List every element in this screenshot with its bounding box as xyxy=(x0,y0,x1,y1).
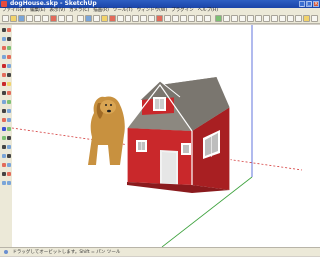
iso-view-icon[interactable] xyxy=(270,15,278,22)
tool-row-orbit[interactable] xyxy=(1,134,11,142)
paint-bucket-icon[interactable] xyxy=(100,15,108,22)
tool-row-shapes[interactable] xyxy=(1,44,11,52)
arc-icon[interactable] xyxy=(140,15,148,22)
erase-icon[interactable] xyxy=(49,15,57,22)
golden-retriever-figure xyxy=(88,96,125,165)
left-view-icon[interactable] xyxy=(310,15,318,22)
minimize-button[interactable]: _ xyxy=(299,1,305,7)
tool-row-scale[interactable] xyxy=(1,89,11,97)
close-button[interactable]: × xyxy=(313,1,319,7)
zoom-extents-icon[interactable] xyxy=(247,15,254,22)
tool-row-axes[interactable] xyxy=(1,125,11,133)
right-view-icon[interactable] xyxy=(294,15,302,22)
rectangle-icon[interactable] xyxy=(116,15,124,22)
paste-icon[interactable] xyxy=(41,15,49,22)
copy-icon[interactable] xyxy=(33,15,41,22)
tool-row-text[interactable] xyxy=(1,116,11,124)
open-folder-icon[interactable] xyxy=(9,15,17,22)
tool-row-select[interactable] xyxy=(1,26,11,34)
print-icon[interactable] xyxy=(76,15,84,22)
tool-row-section[interactable] xyxy=(1,179,11,187)
redo-icon[interactable] xyxy=(65,15,73,22)
zoom-icon[interactable] xyxy=(231,15,239,22)
tool-row-walk[interactable] xyxy=(1,161,11,169)
model-info-icon[interactable] xyxy=(84,15,92,22)
tool-row-draw[interactable] xyxy=(1,35,11,43)
main-toolbar xyxy=(0,14,320,24)
polygon-icon[interactable] xyxy=(148,15,156,22)
pan-icon[interactable] xyxy=(223,15,231,22)
tool-row-pan[interactable] xyxy=(1,143,11,151)
move-icon[interactable] xyxy=(164,15,172,22)
dog-house-model xyxy=(126,76,231,193)
tool-row-arc[interactable] xyxy=(1,53,11,61)
new-file-icon[interactable] xyxy=(2,15,9,22)
front-view-icon[interactable] xyxy=(286,15,294,22)
tool-row-look[interactable] xyxy=(1,170,11,178)
eraser-icon[interactable] xyxy=(108,15,116,22)
status-info-icon xyxy=(4,249,8,254)
model-viewport[interactable] xyxy=(12,25,320,247)
tool-row-rotate[interactable] xyxy=(1,80,11,88)
title-bar: dogHouse.skp - SketchUp _ □ × xyxy=(0,0,320,8)
push-pull-icon[interactable] xyxy=(156,15,164,22)
tool-row-zoom[interactable] xyxy=(1,152,11,160)
undo-icon[interactable] xyxy=(57,15,65,22)
rotate-icon[interactable] xyxy=(172,15,180,22)
tool-row-dimension[interactable] xyxy=(1,107,11,115)
scale-icon[interactable] xyxy=(180,15,188,22)
status-bar: ドラッグしてオービットします。Shift = パン ツール xyxy=(0,247,320,256)
zoom-window-icon[interactable] xyxy=(239,15,247,22)
top-view-icon[interactable] xyxy=(278,15,286,22)
circle-icon[interactable] xyxy=(132,15,140,22)
scene-canvas xyxy=(12,25,303,247)
tool-row-tape[interactable] xyxy=(1,98,11,106)
previous-view-icon[interactable] xyxy=(255,15,262,22)
text-icon[interactable] xyxy=(204,15,212,22)
next-view-icon[interactable] xyxy=(262,15,270,22)
tape-measure-icon[interactable] xyxy=(196,15,204,22)
offset-icon[interactable] xyxy=(188,15,196,22)
back-view-icon[interactable] xyxy=(302,15,310,22)
cut-icon[interactable] xyxy=(25,15,33,22)
orbit-icon[interactable] xyxy=(215,15,223,22)
tool-row-pushpull[interactable] xyxy=(1,62,11,70)
window-title: dogHouse.skp - SketchUp xyxy=(10,0,97,7)
window-controls: _ □ × xyxy=(299,1,319,7)
tool-row-move[interactable] xyxy=(1,71,11,79)
status-text: ドラッグしてオービットします。Shift = パン ツール xyxy=(12,250,121,255)
select-icon[interactable] xyxy=(92,15,100,22)
sketchup-app-icon xyxy=(1,1,7,7)
save-icon[interactable] xyxy=(17,15,25,22)
line-icon[interactable] xyxy=(124,15,132,22)
maximize-button[interactable]: □ xyxy=(306,1,312,7)
